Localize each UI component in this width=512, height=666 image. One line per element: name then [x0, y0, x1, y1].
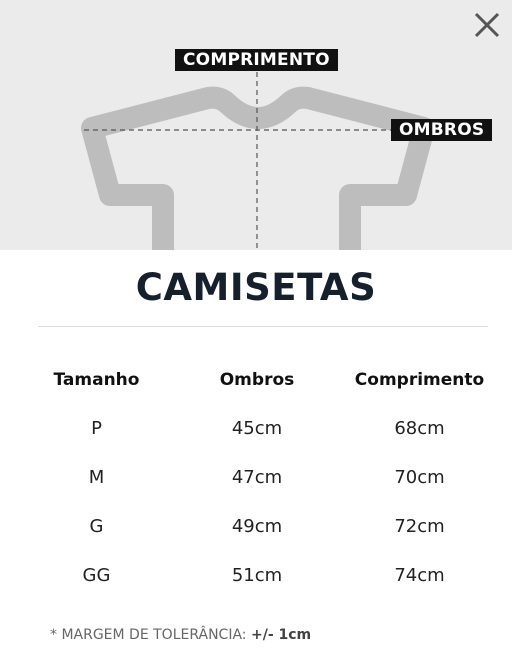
- shoulders-cell: 51cm: [231, 565, 283, 586]
- length-label: COMPRIMENTO: [175, 49, 338, 71]
- column-header-length: Comprimento: [354, 370, 485, 390]
- length-cell: 68cm: [394, 418, 445, 439]
- table-row: GG 51cm 74cm: [18, 551, 500, 600]
- shoulders-cell: 45cm: [231, 418, 283, 439]
- close-button[interactable]: [472, 10, 502, 40]
- column-header-size: Tamanho: [53, 370, 140, 390]
- size-table: Tamanho Ombros Comprimento P 45cm 68cm M…: [18, 356, 500, 600]
- length-cell: 74cm: [394, 565, 445, 586]
- tolerance-note: * MARGEM DE TOLERÂNCIA: +/- 1cm: [50, 627, 311, 643]
- shoulders-label: OMBROS: [391, 119, 493, 141]
- table-row: M 47cm 70cm: [18, 453, 500, 502]
- size-cell: M: [88, 467, 105, 488]
- size-cell: GG: [82, 565, 111, 586]
- shoulders-cell: 49cm: [231, 516, 283, 537]
- size-cell: P: [91, 418, 102, 439]
- tolerance-value: +/- 1cm: [250, 627, 312, 643]
- column-header-shoulders: Ombros: [219, 370, 295, 390]
- tolerance-label: * MARGEM DE TOLERÂNCIA:: [50, 627, 247, 643]
- table-row: G 49cm 72cm: [18, 502, 500, 551]
- table-row: P 45cm 68cm: [18, 404, 500, 453]
- shoulders-cell: 47cm: [231, 467, 283, 488]
- size-cell: G: [89, 516, 104, 537]
- length-cell: 70cm: [394, 467, 445, 488]
- size-guide-illustration: COMPRIMENTO OMBROS: [0, 0, 512, 250]
- table-header-row: Tamanho Ombros Comprimento: [18, 356, 500, 404]
- close-icon: [474, 12, 500, 38]
- page-title: CAMISETAS: [135, 266, 377, 309]
- length-cell: 72cm: [394, 516, 445, 537]
- divider: [38, 326, 488, 327]
